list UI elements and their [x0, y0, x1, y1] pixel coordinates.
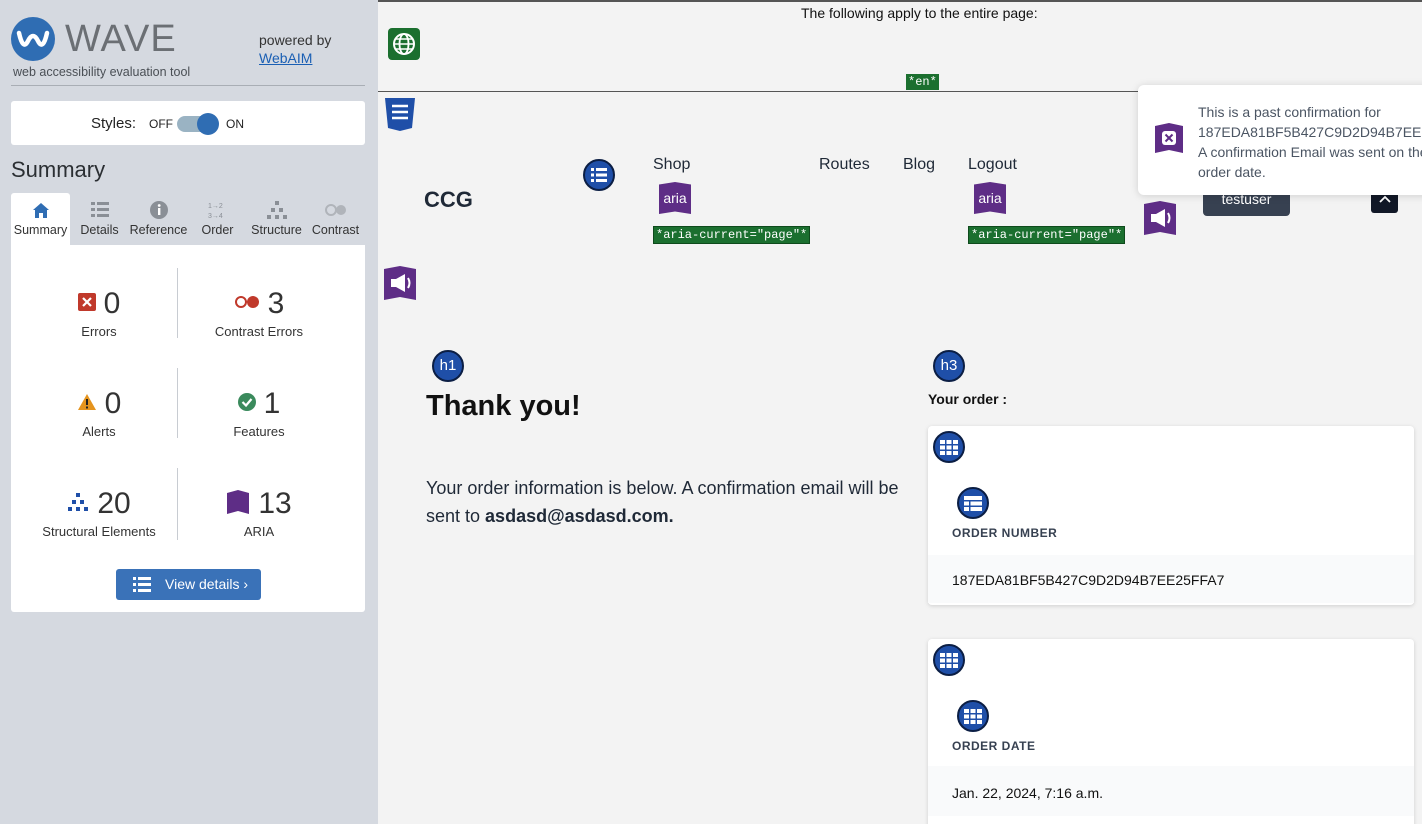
view-details-label: View details ›: [165, 576, 249, 592]
wave-sidebar: WAVE web accessibility evaluation tool p…: [0, 0, 378, 824]
structure-icon: [67, 492, 89, 516]
alerts-stat[interactable]: 0 Alerts: [19, 387, 179, 439]
errors-label: Errors: [81, 324, 117, 339]
tab-reference[interactable]: Reference: [129, 193, 188, 245]
styles-toggle-box: Styles: OFF ON: [11, 101, 365, 145]
structural-stat[interactable]: 20 Structural Elements: [19, 487, 179, 539]
page-rule: [378, 91, 1138, 92]
toast-line: 187EDA81BF5B427C9D2D94B7EE25FFA7: [1198, 124, 1422, 140]
tab-summary[interactable]: Summary: [11, 193, 70, 245]
home-icon: [30, 200, 52, 220]
h3-heading-icon[interactable]: h3: [933, 350, 965, 382]
aria-icon[interactable]: aria: [659, 182, 691, 214]
order-number-value: 187EDA81BF5B427C9D2D94B7EE25FFA7: [952, 572, 1225, 588]
customer-email: asdasd@asdasd.com.: [485, 506, 674, 526]
structural-count: 20: [97, 487, 131, 520]
panel-tabs: Summary Details Reference 1→2 3→4 Order S…: [11, 193, 365, 245]
tab-structure[interactable]: Structure: [247, 193, 306, 245]
navigation-list-icon[interactable]: [583, 159, 615, 196]
alerts-label: Alerts: [82, 424, 116, 439]
feature-check-icon: [237, 392, 256, 416]
view-details-button[interactable]: View details ›: [116, 569, 261, 600]
styles-label: Styles:: [91, 115, 137, 132]
errors-stat[interactable]: 0 Errors: [19, 287, 179, 339]
alert-megaphone-icon[interactable]: [383, 266, 417, 305]
order-date-card: ORDER DATE Jan. 22, 2024, 7:16 a.m.: [928, 639, 1414, 824]
aria-current-tag: *aria-current="page"*: [968, 226, 1126, 244]
your-order-heading: Your order :: [928, 391, 1008, 407]
order-info-text: Your order information is below. A confi…: [426, 478, 899, 526]
webaim-link[interactable]: WebAIM: [259, 50, 312, 66]
aria-label: ARIA: [243, 524, 275, 539]
error-icon: [77, 292, 96, 316]
language-tag: *en*: [906, 74, 939, 90]
aria-icon[interactable]: aria: [974, 182, 1006, 214]
alert-megaphone-icon[interactable]: [1143, 201, 1177, 240]
toast-line: order date.: [1198, 164, 1266, 180]
tab-contrast[interactable]: Contrast: [306, 193, 365, 245]
svg-text:1→2: 1→2: [208, 203, 223, 210]
order-icon: 1→2 3→4: [207, 200, 229, 220]
sidebar-divider: [11, 85, 365, 86]
css-structure-icon[interactable]: [383, 97, 417, 136]
h1-heading-icon[interactable]: h1: [432, 350, 464, 382]
table-icon[interactable]: [933, 431, 965, 468]
contrast-icon: [324, 200, 347, 220]
list-icon: [89, 200, 111, 220]
confirmation-toast: This is a past confirmation for 187EDA81…: [1138, 85, 1422, 195]
evaluated-page: The following apply to the entire page: …: [378, 0, 1422, 824]
structure-icon: [266, 200, 288, 220]
svg-text:3→4: 3→4: [208, 213, 223, 220]
close-aria-icon[interactable]: [1154, 123, 1184, 158]
aria-count: 13: [258, 487, 292, 520]
page-title: Thank you!: [426, 390, 581, 422]
nav-shop-link[interactable]: Shop: [653, 156, 690, 174]
features-stat[interactable]: 1 Features: [179, 387, 339, 439]
aria-icon: [226, 489, 250, 519]
order-date-value: Jan. 22, 2024, 7:16 a.m.: [952, 785, 1103, 801]
info-icon: [148, 200, 170, 220]
errors-count: 0: [103, 287, 121, 320]
features-label: Features: [233, 424, 285, 439]
summary-heading: Summary: [11, 157, 106, 182]
language-globe-icon[interactable]: [388, 28, 420, 65]
tab-details[interactable]: Details: [70, 193, 129, 245]
summary-panel: 0 Errors 3 Contrast Errors 0 Alerts 1 Fe…: [11, 245, 365, 612]
styles-off-label: OFF: [149, 117, 173, 131]
nav-routes-link[interactable]: Routes: [819, 156, 870, 174]
nav-blog-link[interactable]: Blog: [903, 156, 935, 174]
contrast-error-icon: [234, 295, 260, 314]
page-level-notice: The following apply to the entire page:: [801, 5, 1038, 21]
table-header-icon[interactable]: [957, 487, 989, 524]
wave-subtitle: web accessibility evaluation tool: [13, 65, 191, 79]
structural-label: Structural Elements: [42, 524, 156, 539]
powered-by-text: powered by: [259, 32, 332, 48]
alert-icon: [77, 393, 97, 416]
site-brand[interactable]: CCG: [424, 187, 473, 213]
table-icon[interactable]: [957, 700, 989, 737]
toast-line: This is a past confirmation for: [1198, 104, 1381, 120]
wave-logo-icon: [11, 17, 55, 61]
alerts-count: 0: [104, 387, 122, 420]
order-number-label: ORDER NUMBER: [952, 526, 1058, 540]
nav-logout-link[interactable]: Logout: [968, 156, 1017, 174]
styles-toggle-knob[interactable]: [197, 113, 219, 135]
features-count: 1: [263, 387, 281, 420]
table-icon[interactable]: [933, 644, 965, 681]
order-number-card: ORDER NUMBER 187EDA81BF5B427C9D2D94B7EE2…: [928, 426, 1414, 605]
styles-on-label: ON: [226, 117, 244, 131]
tab-order[interactable]: 1→2 3→4 Order: [188, 193, 247, 245]
contrast-errors-count: 3: [267, 287, 285, 320]
order-date-label: ORDER DATE: [952, 739, 1036, 753]
toast-line: A confirmation Email was sent on the: [1198, 144, 1422, 160]
aria-stat[interactable]: 13 ARIA: [179, 487, 339, 539]
aria-current-tag: *aria-current="page"*: [653, 226, 811, 244]
contrast-errors-stat[interactable]: 3 Contrast Errors: [179, 287, 339, 339]
wave-brand: WAVE: [65, 18, 177, 60]
contrast-errors-label: Contrast Errors: [214, 324, 304, 339]
list-icon: [133, 577, 151, 595]
